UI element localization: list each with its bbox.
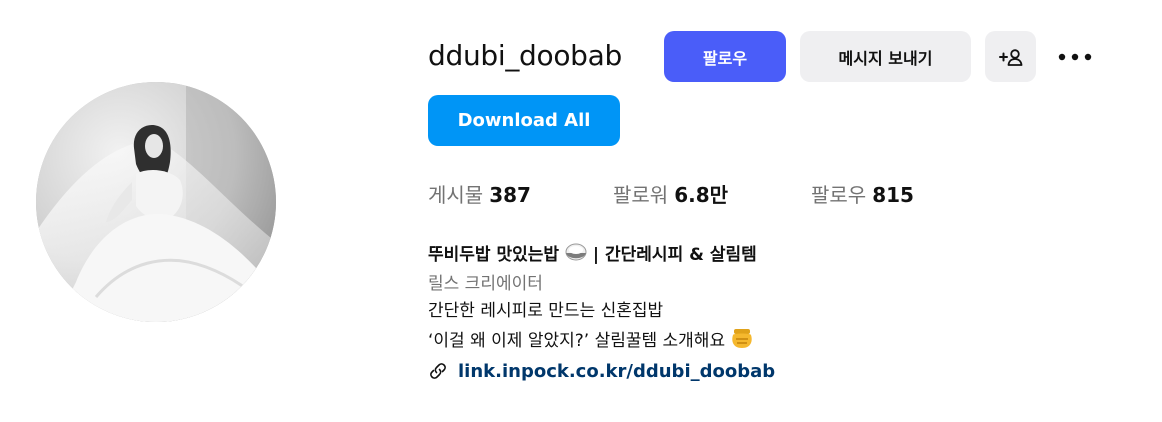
bio-line-1: 간단한 레시피로 만드는 신혼집밥 — [428, 301, 664, 321]
more-dots-icon — [1058, 53, 1092, 60]
bio-link[interactable]: link.inpock.co.kr/ddubi_doobab — [428, 357, 775, 385]
rice-bowl-emoji — [565, 243, 587, 261]
message-button[interactable]: 메시지 보내기 — [800, 31, 971, 82]
stat-following-value: 815 — [872, 183, 914, 207]
stat-followers-label: 팔로워 — [613, 183, 669, 207]
bio-link-text[interactable]: link.inpock.co.kr/ddubi_doobab — [458, 361, 775, 382]
honey-pot-emoji — [731, 329, 752, 348]
download-all-button[interactable]: Download All — [428, 95, 620, 146]
bio-line-2-text: ‘이걸 왜 이제 알았지?’ 살림꿀템 소개해요 — [428, 331, 726, 351]
avatar-photo — [36, 82, 276, 322]
add-user-icon — [998, 48, 1022, 66]
bio-line-2: ‘이걸 왜 이제 알았지?’ 살림꿀템 소개해요 — [428, 327, 753, 354]
bio-category: 릴스 크리에이터 — [428, 274, 543, 294]
stat-following-label: 팔로우 — [811, 183, 867, 207]
link-icon — [430, 363, 446, 379]
bio-name-part1: 뚜비두밥 맛있는밥 — [428, 245, 560, 265]
stat-posts-label: 게시물 — [428, 183, 484, 207]
stat-followers-value: 6.8만 — [674, 183, 729, 207]
stat-posts-value: 387 — [489, 183, 531, 207]
profile-avatar[interactable] — [36, 82, 276, 322]
stat-following[interactable]: 팔로우 815 — [811, 180, 914, 210]
stat-posts: 게시물 387 — [428, 180, 531, 210]
bio-name-part2: | 간단레시피 & 살림템 — [586, 245, 757, 265]
stat-followers[interactable]: 팔로워 6.8만 — [613, 180, 728, 210]
follow-button[interactable]: 팔로우 — [664, 31, 786, 82]
bio-display-name: 뚜비두밥 맛있는밥 | 간단레시피 & 살림템 — [428, 242, 757, 268]
profile-username: ddubi_doobab — [428, 39, 622, 72]
suggest-users-button[interactable] — [985, 31, 1036, 82]
more-options-button[interactable] — [1050, 31, 1100, 82]
